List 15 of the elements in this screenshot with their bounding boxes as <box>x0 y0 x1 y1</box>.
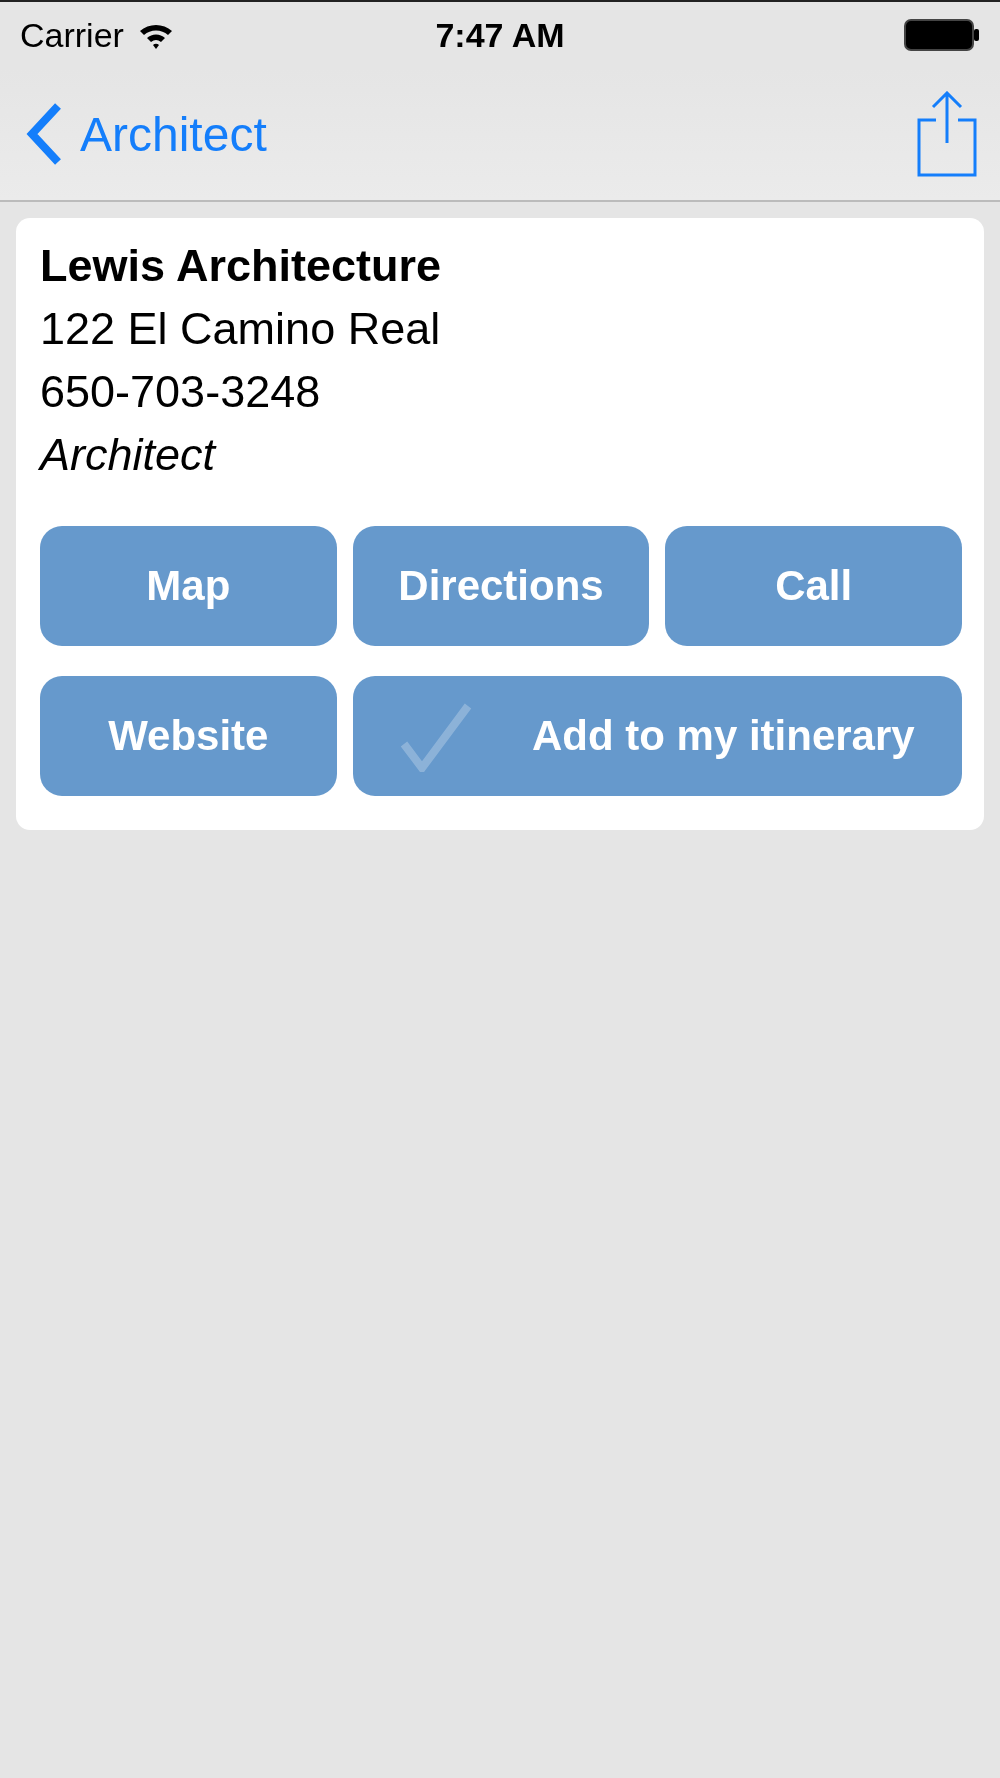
back-button[interactable]: Architect <box>24 102 267 166</box>
carrier-name: Carrier <box>20 15 124 55</box>
address-text: 122 El Camino Real <box>40 302 441 356</box>
action-button[interactable]: Website <box>40 676 337 796</box>
clock-time: 7:47 AM <box>435 15 565 54</box>
battery-icon <box>904 19 980 51</box>
share-icon[interactable] <box>916 91 978 177</box>
action-button[interactable]: Call <box>665 526 962 646</box>
phone-number: 650-703-3248 <box>40 365 321 419</box>
itinerary-button[interactable]: Add to my itinerary <box>352 676 962 796</box>
business-name: Lewis Architecture <box>40 239 441 293</box>
chevron-icon <box>24 102 62 166</box>
action-button[interactable]: Map <box>40 526 337 646</box>
action-button[interactable]: Directions <box>352 526 650 646</box>
category-text: Architect <box>40 428 216 482</box>
